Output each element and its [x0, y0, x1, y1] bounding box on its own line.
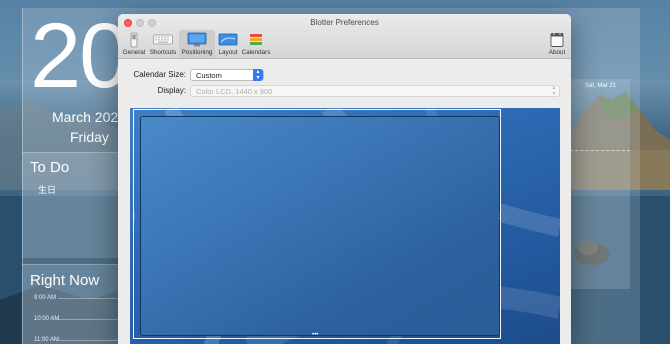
month-year-label: March 2020: [52, 109, 126, 125]
tab-general[interactable]: General: [120, 30, 148, 58]
weekday-label: Friday: [70, 129, 109, 145]
tab-positioning[interactable]: Positioning: [179, 30, 215, 58]
calendar-area: [140, 116, 500, 336]
switch-icon: [130, 32, 138, 48]
tab-layout[interactable]: Layout: [216, 30, 240, 58]
resize-handle-left[interactable]: ⋮: [131, 214, 137, 220]
positioning-pane: Calendar Size: Custom ▴ ▾ Display: Color …: [118, 60, 571, 344]
right-now-title: Right Now: [30, 272, 100, 289]
about-icon: [550, 33, 564, 47]
time-label: 9:00 AM: [34, 295, 57, 301]
calendar-size-value: Custom: [196, 71, 222, 80]
display-value: Color LCD, 1440 x 900: [196, 87, 273, 96]
display-icon: [187, 32, 207, 47]
tab-about-label: About: [548, 49, 566, 56]
preferences-window: Blotter Preferences General Shortcuts Po…: [118, 14, 571, 344]
dashed-divider: [570, 150, 630, 151]
tab-shortcuts-label: Shortcuts: [149, 49, 177, 56]
calendar-size-label: Calendar Size:: [133, 70, 186, 79]
tab-layout-label: Layout: [218, 49, 238, 56]
todo-item[interactable]: 生日: [38, 183, 56, 196]
keyboard-icon: [153, 34, 173, 45]
upcoming-date-label: Sat, Mar 21: [585, 83, 617, 89]
calendar-frame-selection[interactable]: ⋮ ⋮ •••: [131, 109, 503, 339]
window-title: Blotter Preferences: [310, 18, 379, 27]
calendar-stack-icon: [250, 34, 262, 45]
todo-title: To Do: [30, 159, 70, 176]
screen-position-preview[interactable]: ⋮ ⋮ •••: [130, 108, 560, 344]
tab-calendars-label: Calendars: [241, 49, 271, 56]
display-label: Display:: [157, 86, 186, 95]
big-date-number: 20: [30, 5, 130, 107]
chevron-updown-icon: ▴ ▾: [552, 85, 556, 97]
tab-calendars[interactable]: Calendars: [240, 30, 272, 58]
window-titlebar[interactable]: Blotter Preferences General Shortcuts Po…: [118, 14, 571, 59]
time-divider: [58, 319, 118, 320]
chevron-updown-icon: ▴ ▾: [253, 69, 263, 81]
time-label: 11:00 AM: [34, 337, 59, 343]
todo-section: To Do 生日: [22, 152, 118, 258]
tab-positioning-label: Positioning: [181, 49, 213, 56]
time-divider: [58, 298, 118, 299]
tab-shortcuts[interactable]: Shortcuts: [148, 30, 178, 58]
resize-handle-bottom[interactable]: •••: [312, 332, 318, 338]
upcoming-day-panel: [570, 79, 630, 289]
time-divider: [58, 340, 118, 341]
layout-icon: [218, 33, 238, 46]
tab-general-label: General: [122, 49, 146, 56]
tab-about[interactable]: About: [544, 30, 570, 58]
time-label: 10:00 AM: [34, 316, 60, 322]
display-popup[interactable]: Color LCD, 1440 x 900 ▴ ▾: [190, 85, 560, 97]
calendar-size-popup[interactable]: Custom ▴ ▾: [190, 69, 264, 81]
right-now-section: Right Now 9:00 AM 10:00 AM 11:00 AM: [22, 264, 118, 344]
resize-handle-right[interactable]: ⋮: [497, 214, 503, 220]
